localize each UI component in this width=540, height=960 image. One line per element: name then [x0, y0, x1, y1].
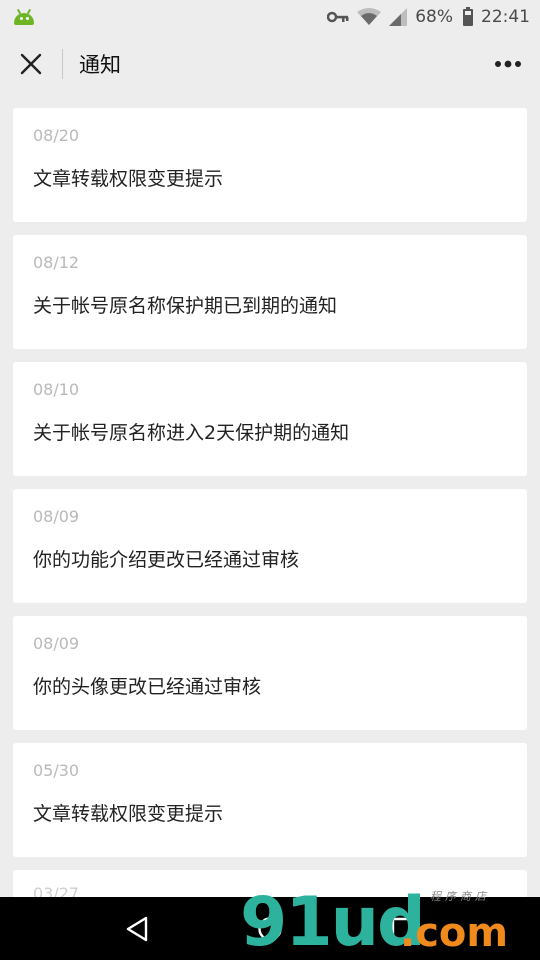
close-button[interactable]: [0, 34, 62, 94]
title-bar: 通知: [0, 34, 540, 94]
battery-icon: [463, 6, 473, 26]
notification-date: 08/10: [33, 380, 80, 399]
screen: 68% 22:41 通知 08/20 文章转载权限变更提示 08/12 关于帐号…: [0, 0, 540, 960]
notification-date: 08/12: [33, 253, 80, 272]
notification-item[interactable]: 08/12 关于帐号原名称保护期已到期的通知: [13, 235, 527, 349]
notification-item[interactable]: 08/20 文章转载权限变更提示: [13, 108, 527, 222]
notification-item[interactable]: 08/09 你的头像更改已经通过审核: [13, 616, 527, 730]
status-left: [12, 7, 36, 27]
notification-text: 你的头像更改已经通过审核: [33, 676, 262, 698]
notification-date: 05/30: [33, 761, 80, 780]
navigation-bar: [0, 897, 540, 960]
page-title: 通知: [79, 53, 121, 77]
title-divider: [62, 49, 63, 79]
notification-item[interactable]: 03/27: [13, 870, 527, 900]
status-right: 68% 22:41: [327, 6, 530, 27]
notification-date: 08/09: [33, 634, 80, 653]
back-button[interactable]: [112, 904, 162, 954]
more-button[interactable]: [490, 34, 526, 94]
back-icon: [126, 916, 147, 941]
notification-text: 你的功能介绍更改已经通过审核: [33, 549, 300, 571]
close-icon: [20, 53, 42, 75]
signal-icon: [389, 8, 408, 26]
status-bar: 68% 22:41: [0, 0, 540, 34]
recents-icon: [392, 917, 415, 940]
notification-text: 文章转载权限变更提示: [33, 803, 224, 825]
more-icon: [495, 60, 521, 68]
key-icon: [327, 10, 349, 24]
android-icon: [12, 7, 36, 27]
notification-date: 08/20: [33, 126, 80, 145]
home-icon: [258, 916, 282, 941]
battery-percent: 68%: [415, 7, 453, 27]
notification-text: 文章转载权限变更提示: [33, 168, 224, 190]
notification-text: 关于帐号原名称进入2天保护期的通知: [33, 422, 350, 444]
recents-button[interactable]: [378, 904, 428, 954]
wifi-icon: [357, 8, 382, 26]
notification-item[interactable]: 05/30 文章转载权限变更提示: [13, 743, 527, 857]
notification-item[interactable]: 08/10 关于帐号原名称进入2天保护期的通知: [13, 362, 527, 476]
notification-list: 08/20 文章转载权限变更提示 08/12 关于帐号原名称保护期已到期的通知 …: [13, 108, 527, 913]
notification-date: 08/09: [33, 507, 80, 526]
home-button[interactable]: [245, 904, 295, 954]
battery-fill: [465, 14, 471, 24]
notification-text: 关于帐号原名称保护期已到期的通知: [33, 295, 338, 317]
status-time: 22:41: [481, 7, 530, 27]
notification-item[interactable]: 08/09 你的功能介绍更改已经通过审核: [13, 489, 527, 603]
